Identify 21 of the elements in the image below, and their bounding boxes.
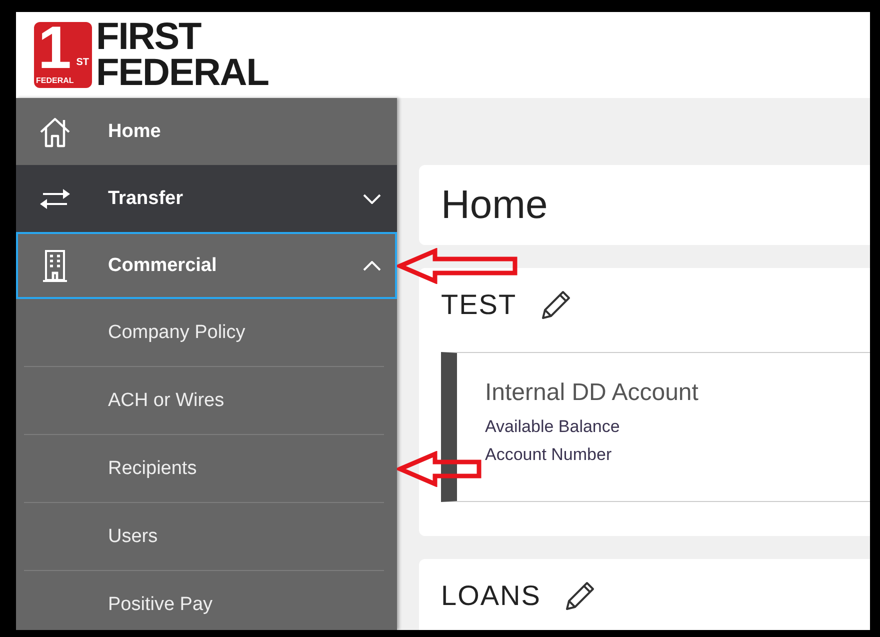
home-icon	[38, 116, 72, 148]
chevron-up-icon	[363, 260, 381, 270]
submenu-item[interactable]: ACH or Wires	[24, 367, 384, 435]
nav-item[interactable]: Commercial	[16, 232, 397, 299]
transfer-icon	[39, 188, 71, 210]
chevron-down-icon	[363, 194, 381, 204]
nav-item[interactable]: Transfer	[16, 165, 397, 232]
section-title: TEST	[441, 289, 517, 321]
submenu-item[interactable]: Positive Pay	[24, 571, 384, 630]
page-title: Home	[441, 182, 548, 228]
account-label: Account Number	[485, 444, 613, 466]
nav-item[interactable]: Home	[16, 98, 397, 165]
submenu-item[interactable]: Users	[24, 503, 384, 571]
building-icon	[41, 248, 69, 282]
logo-mark: 1 ST FEDERAL	[34, 22, 92, 88]
submenu-item[interactable]: Recipients	[24, 435, 384, 503]
account-name: Internal DD Account	[485, 379, 700, 407]
account-tile[interactable]: Internal DD Account Available Balance Account Number	[441, 352, 870, 502]
account-label: Available Balance	[485, 416, 621, 438]
section-title: LOANS	[441, 580, 541, 612]
submenu-item[interactable]: Company Policy	[24, 299, 384, 367]
